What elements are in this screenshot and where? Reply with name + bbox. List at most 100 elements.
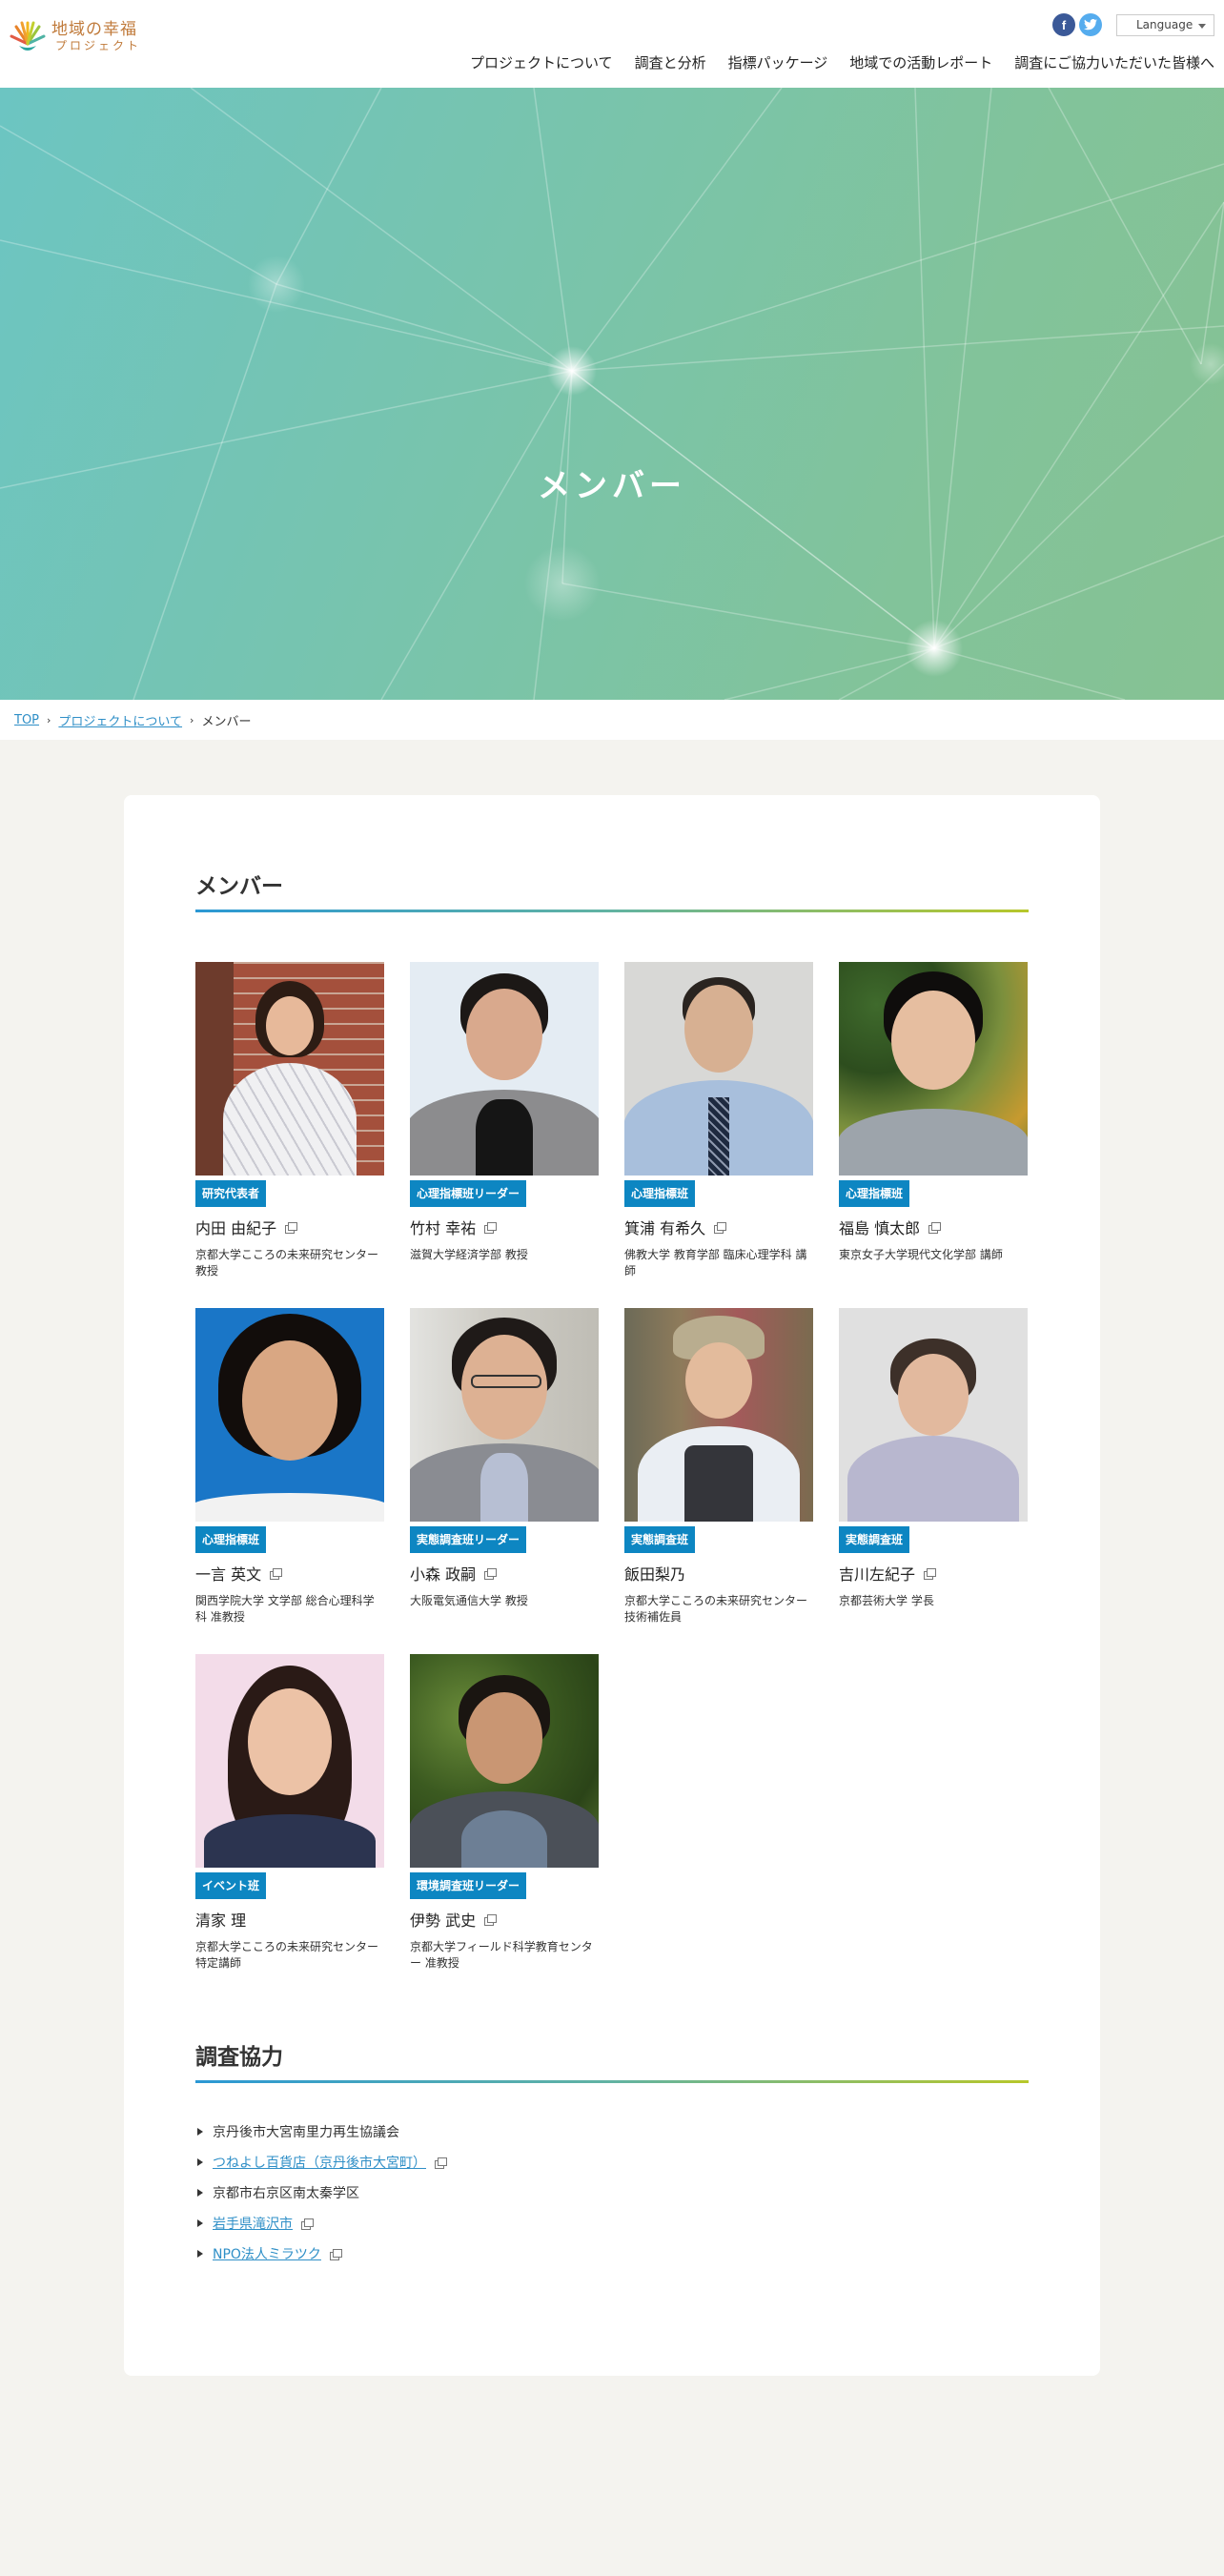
site-logo[interactable]: 地域の幸福 プロジェクト [8,17,141,57]
network-background [0,88,1224,700]
member-name-link[interactable]: 吉川左紀子 [839,1562,1028,1584]
member-name-link[interactable]: 竹村 幸祐 [410,1216,599,1238]
coop-item-link[interactable]: つねよし百貨店（京丹後市大宮町） [213,2156,426,2171]
chevron-down-icon [1198,24,1206,29]
logo-mark-icon [8,17,48,57]
member-role-badge: 実態調査班 [624,1526,696,1553]
member-name: 竹村 幸祐 [410,1219,477,1237]
member-name: 伊勢 武史 [410,1912,477,1930]
member-role-badge: 心理指標班 [839,1180,910,1207]
member-affiliation: 滋賀大学経済学部 教授 [410,1248,528,1261]
chevron-right-icon: › [47,713,51,726]
member-role-badge: 心理指標班 [624,1180,696,1207]
member-card: 実態調査班 飯田梨乃 京都大学こころの未来研究センター 技術補佐員 [624,1308,813,1625]
member-affiliation: 京都大学フィールド科学教育センター 准教授 [410,1940,593,1970]
content-card: メンバー 研究代表者 内田 由紀子 京都大学こころの未来研究センター 教授 心理… [124,795,1100,2376]
member-affiliation: 京都芸術大学 学長 [839,1594,934,1607]
member-photo [410,1654,599,1868]
member-photo [410,962,599,1176]
external-link-icon [484,1567,498,1580]
member-affiliation: 大阪電気通信大学 教授 [410,1594,528,1607]
member-affiliation: 関西学院大学 文学部 総合心理科学科 准教授 [195,1594,375,1624]
list-item: つねよし百貨店（京丹後市大宮町） [195,2154,447,2184]
member-card: 実態調査班 吉川左紀子 京都芸術大学 学長 [839,1308,1028,1609]
cooperation-list: 京丹後市大宮南里力再生協議会 つねよし百貨店（京丹後市大宮町） 京都市右京区南太… [195,2123,447,2276]
member-card: 環境調査班リーダー 伊勢 武史 京都大学フィールド科学教育センター 准教授 [410,1654,599,1972]
member-name: 吉川左紀子 [839,1565,916,1584]
member-card: イベント班 清家 理 京都大学こころの未来研究センター 特定講師 [195,1654,384,1972]
nav-item-research[interactable]: 調査と分析 [635,52,706,72]
list-item: NPO法人ミラツク [195,2245,444,2276]
member-name: 福島 慎太郎 [839,1219,921,1237]
member-card: 研究代表者 内田 由紀子 京都大学こころの未来研究センター 教授 [195,962,384,1279]
member-role-badge: イベント班 [195,1872,267,1899]
facebook-icon[interactable]: f [1052,13,1075,36]
member-role-badge: 環境調査班リーダー [410,1872,527,1899]
member-affiliation: 京都大学こころの未来研究センター 特定講師 [195,1940,379,1970]
external-link-icon [928,1221,942,1234]
member-affiliation: 佛教大学 教育学部 臨床心理学科 講師 [624,1248,807,1278]
coop-item-label: 京都市右京区南太秦学区 [213,2186,359,2201]
member-name: 小森 政嗣 [410,1565,477,1584]
section-divider [195,910,1029,912]
breadcrumb-top-link[interactable]: TOP [14,713,39,727]
member-role-badge: 実態調査班 [839,1526,910,1553]
coop-item-label: 京丹後市大宮南里力再生協議会 [213,2125,399,2140]
member-photo [195,1654,384,1868]
page-title: メンバー [538,467,686,505]
member-card: 心理指標班 福島 慎太郎 東京女子大学現代文化学部 講師 [839,962,1028,1263]
nav-item-about[interactable]: プロジェクトについて [470,52,613,72]
breadcrumb: TOP › プロジェクトについて › メンバー [0,700,1224,740]
nav-item-participants[interactable]: 調査にご協力いただいた皆様へ [1014,52,1214,72]
external-link-icon [924,1567,937,1580]
external-link-icon [329,2249,342,2260]
external-link-icon [435,2157,447,2169]
member-name-link[interactable]: 一言 英文 [195,1562,384,1584]
twitter-icon[interactable] [1079,13,1102,36]
member-affiliation: 東京女子大学現代文化学部 講師 [839,1248,1003,1261]
member-photo [839,962,1028,1176]
external-link-icon [484,1913,498,1926]
nav-item-index-package[interactable]: 指標パッケージ [728,52,828,72]
member-photo [195,1308,384,1522]
section-divider [195,2080,1029,2083]
member-name: 箕浦 有希久 [624,1219,706,1237]
member-name-link[interactable]: 伊勢 武史 [410,1908,599,1931]
hero-banner: メンバー [0,88,1224,700]
member-name: 清家 理 [195,1912,247,1930]
member-card: 心理指標班リーダー 竹村 幸祐 滋賀大学経済学部 教授 [410,962,599,1263]
list-item: 京丹後市大宮南里力再生協議会 [195,2123,444,2154]
member-name-link[interactable]: 箕浦 有希久 [624,1216,813,1238]
member-photo [624,1308,813,1522]
member-name-link[interactable]: 小森 政嗣 [410,1562,599,1584]
language-select[interactable]: Language [1116,14,1214,36]
site-header: 地域の幸福 プロジェクト f Language プロジェクトについて 調査と分析… [0,0,1224,88]
nav-item-activity-report[interactable]: 地域での活動レポート [849,52,992,72]
member-name: 飯田梨乃 [624,1565,686,1584]
language-label: Language [1136,18,1193,31]
member-role-badge: 心理指標班 [195,1526,267,1553]
member-name-link[interactable]: 福島 慎太郎 [839,1216,1028,1238]
member-affiliation: 京都大学こころの未来研究センター 教授 [195,1248,379,1278]
member-name-link[interactable]: 内田 由紀子 [195,1216,384,1238]
external-link-icon [285,1221,298,1234]
member-role-badge: 実態調査班リーダー [410,1526,527,1553]
list-item: 京都市右京区南太秦学区 [195,2184,444,2215]
coop-item-link[interactable]: 岩手県滝沢市 [213,2217,293,2232]
member-card: 心理指標班 一言 英文 関西学院大学 文学部 総合心理科学科 准教授 [195,1308,384,1625]
member-photo [195,962,384,1176]
breadcrumb-about-link[interactable]: プロジェクトについて [58,711,182,729]
member-card: 心理指標班 箕浦 有希久 佛教大学 教育学部 臨床心理学科 講師 [624,962,813,1279]
member-name: 内田 由紀子 [195,1219,277,1237]
external-link-icon [301,2218,314,2230]
global-nav: プロジェクトについて 調査と分析 指標パッケージ 地域での活動レポート 調査にご… [470,52,1214,72]
coop-item-link[interactable]: NPO法人ミラツク [213,2247,321,2262]
chevron-right-icon: › [190,713,194,726]
external-link-icon [484,1221,498,1234]
cooperation-heading: 調査協力 [195,2045,283,2070]
logo-title: 地域の幸福 [51,20,137,40]
list-item: 岩手県滝沢市 [195,2215,444,2245]
external-link-icon [714,1221,727,1234]
members-heading: メンバー [195,874,283,899]
social-links: f [1052,13,1102,36]
